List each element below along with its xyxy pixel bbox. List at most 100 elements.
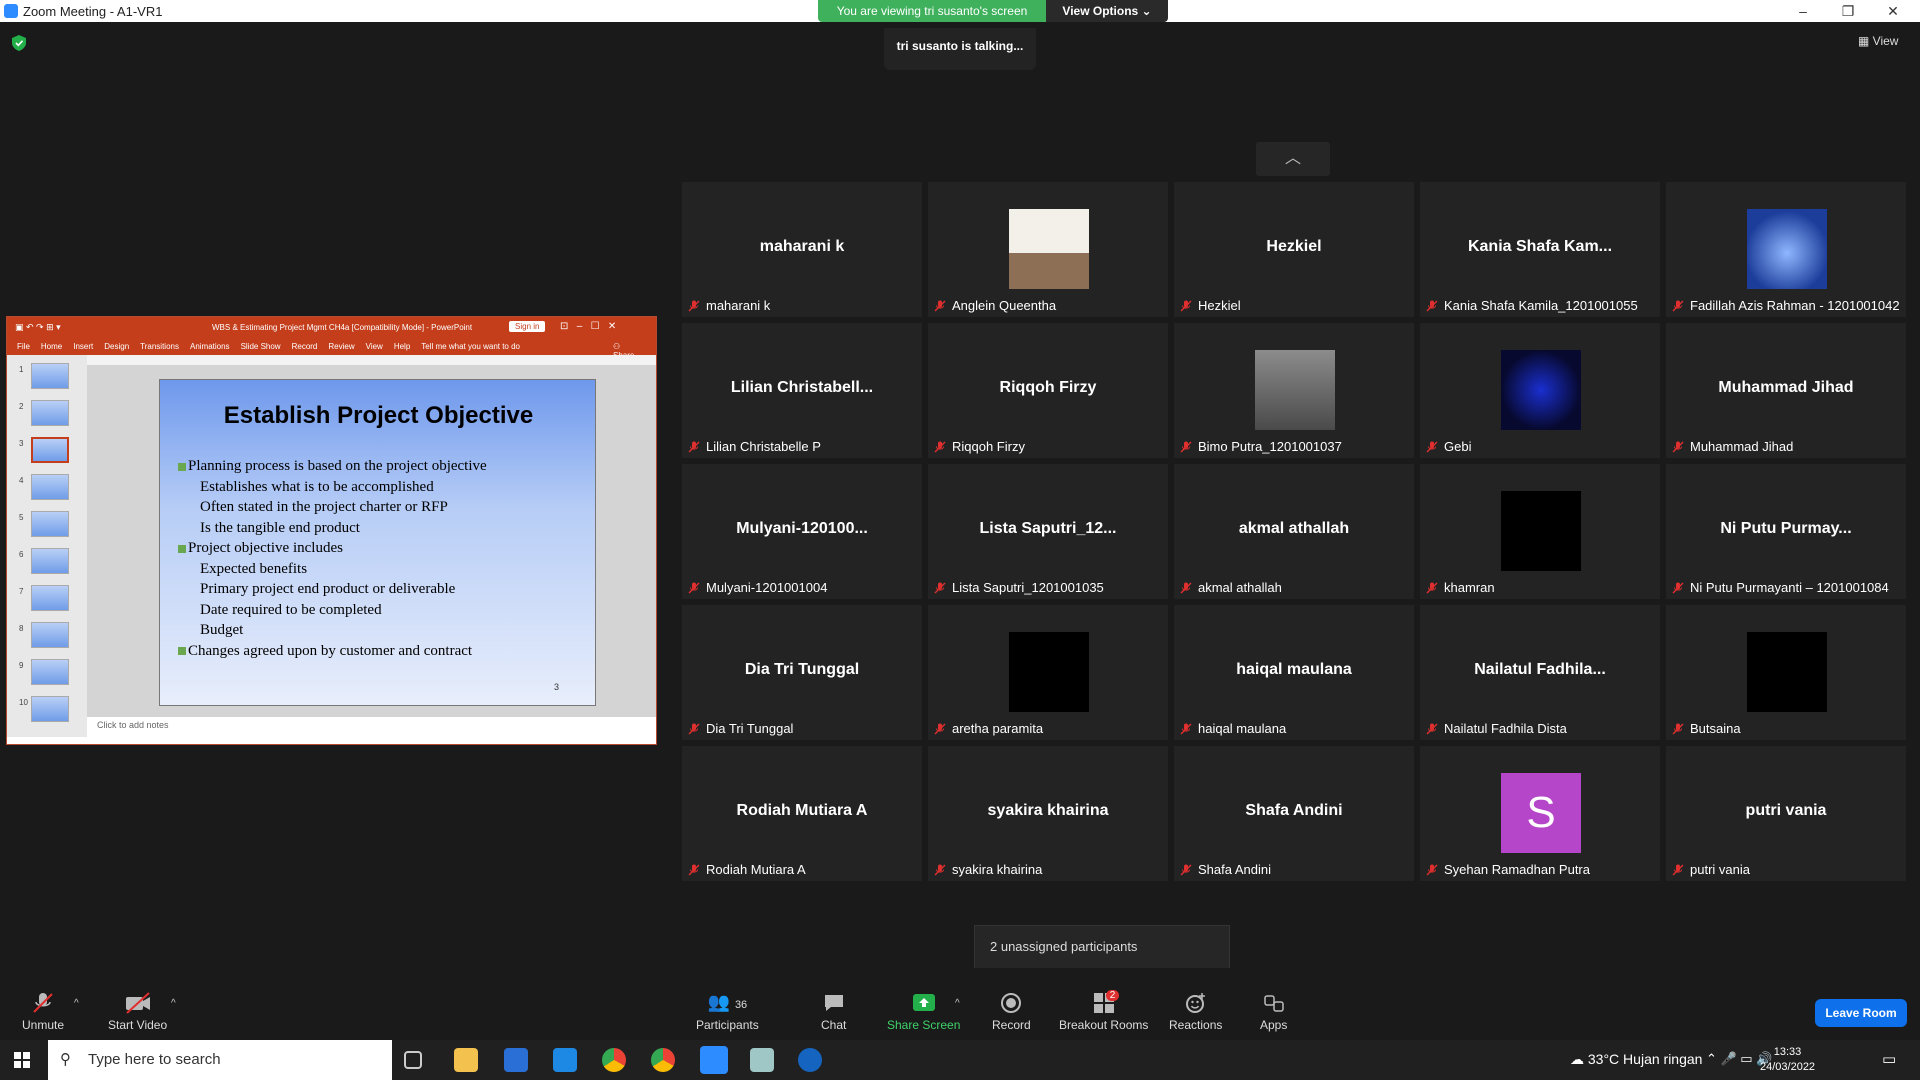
participant-tile[interactable]: Kania Shafa Kam... Kania Shafa Kamila_120… xyxy=(1420,182,1660,317)
participant-tile[interactable]: Hezkiel Hezkiel xyxy=(1174,182,1414,317)
chrome-profile-icon[interactable] xyxy=(651,1048,675,1072)
participant-name-label: Nailatul Fadhila Dista xyxy=(1426,721,1567,736)
ppt-tab[interactable]: Help xyxy=(394,342,410,351)
chevron-up-icon: ︿ xyxy=(1284,150,1301,167)
taskbar-search-box[interactable]: ⚲ Type here to search xyxy=(48,1040,392,1080)
participant-tile[interactable]: Dia Tri Tunggal Dia Tri Tunggal xyxy=(682,605,922,740)
ppt-current-slide: Establish Project Objective Planning pro… xyxy=(159,379,596,706)
grid-icon: ▦ xyxy=(1858,34,1873,48)
microsoft-store-icon[interactable] xyxy=(504,1048,528,1072)
participant-tile[interactable]: Lista Saputri_12... Lista Saputri_1201001… xyxy=(928,464,1168,599)
participant-tile[interactable]: akmal athallah akmal athallah xyxy=(1174,464,1414,599)
windows-start-icon[interactable] xyxy=(14,1052,30,1068)
participant-tile[interactable]: Nailatul Fadhila... Nailatul Fadhila Dist… xyxy=(1420,605,1660,740)
participant-display-name: syakira khairina xyxy=(987,802,1109,819)
participant-tile[interactable]: Butsaina xyxy=(1666,605,1906,740)
participant-tile[interactable]: syakira khairina syakira khairina xyxy=(928,746,1168,881)
share-screen-button[interactable]: Share Screen xyxy=(887,992,960,1032)
slide-thumbnail[interactable] xyxy=(31,474,69,500)
breakout-rooms-button[interactable]: 2 Breakout Rooms xyxy=(1059,990,1148,1032)
gallery-scroll-up-button[interactable]: ︿ xyxy=(1256,142,1330,176)
weather-widget[interactable]: ☁ 33°C Hujan ringan xyxy=(1570,1051,1702,1068)
thumbnail-number: 7 xyxy=(19,587,24,596)
record-button[interactable]: Record xyxy=(992,992,1031,1032)
ppt-tab[interactable]: Review xyxy=(328,342,354,351)
ppt-sign-in-button[interactable]: Sign in xyxy=(509,321,546,332)
ppt-tab[interactable]: Design xyxy=(104,342,129,351)
ppt-tab[interactable]: View xyxy=(366,342,383,351)
file-explorer-icon[interactable] xyxy=(454,1048,478,1072)
slide-number: 3 xyxy=(554,682,560,692)
ppt-tab[interactable]: File xyxy=(17,342,30,351)
minimize-button[interactable]: – xyxy=(1783,1,1823,21)
ppt-quick-access[interactable]: ▣ ↶ ↷ ⊞ ▾ xyxy=(15,322,61,333)
mic-muted-icon xyxy=(934,864,946,875)
leave-room-button[interactable]: Leave Room xyxy=(1815,999,1907,1027)
participant-tile[interactable]: putri vania putri vania xyxy=(1666,746,1906,881)
share-options-chevron-icon[interactable]: ^ xyxy=(955,998,960,1009)
slide-thumbnail[interactable] xyxy=(31,437,69,463)
participant-tile[interactable]: Mulyani-120100... Mulyani-1201001004 xyxy=(682,464,922,599)
participant-tile[interactable]: Lilian Christabell... Lilian Christabelle… xyxy=(682,323,922,458)
unassigned-participants-popup[interactable]: 2 unassigned participants xyxy=(974,925,1230,971)
ppt-window-controls[interactable]: ⊡ – ☐ ✕ xyxy=(560,321,616,332)
zoom-taskbar-icon[interactable] xyxy=(700,1046,728,1074)
ppt-tab[interactable]: Home xyxy=(41,342,62,351)
slide-thumbnail[interactable] xyxy=(31,622,69,648)
ppt-tab[interactable]: Record xyxy=(292,342,318,351)
slide-thumbnail[interactable] xyxy=(31,511,69,537)
security-shield-icon[interactable] xyxy=(12,35,26,51)
ppt-notes-placeholder[interactable]: Click to add notes xyxy=(97,720,169,730)
participant-tile[interactable]: haiqal maulana haiqal maulana xyxy=(1174,605,1414,740)
unmute-button[interactable]: Unmute xyxy=(22,992,64,1032)
participant-tile[interactable]: Riqqoh Firzy Riqqoh Firzy xyxy=(928,323,1168,458)
slide-title: Establish Project Objective xyxy=(223,402,534,429)
chat-button[interactable]: Chat xyxy=(821,992,846,1032)
slide-bullet: Primary project end product or deliverab… xyxy=(200,581,456,597)
view-options-button[interactable]: View Options ⌄ xyxy=(1046,0,1168,22)
start-video-button[interactable]: Start Video xyxy=(108,992,167,1032)
slide-thumbnail[interactable] xyxy=(31,696,69,722)
slide-thumbnail[interactable] xyxy=(31,548,69,574)
ppt-slide-thumbnails[interactable]: 1 2 3 4 5 6 7 8 9 10 xyxy=(7,355,87,737)
participants-button[interactable]: 👥 36 Participants xyxy=(696,992,759,1032)
participant-tile[interactable]: Shafa Andini Shafa Andini xyxy=(1174,746,1414,881)
participant-name-label: Dia Tri Tunggal xyxy=(688,721,793,736)
participant-tile[interactable]: Rodiah Mutiara A Rodiah Mutiara A xyxy=(682,746,922,881)
participant-tile[interactable]: khamran xyxy=(1420,464,1660,599)
ppt-tab[interactable]: Animations xyxy=(190,342,230,351)
reactions-button[interactable]: Reactions xyxy=(1169,992,1222,1032)
participant-tile[interactable]: Muhammad Jihad Muhammad Jihad xyxy=(1666,323,1906,458)
slide-thumbnail[interactable] xyxy=(31,659,69,685)
slide-thumbnail[interactable] xyxy=(31,363,69,389)
close-button[interactable]: ✕ xyxy=(1873,1,1913,21)
teamviewer-icon[interactable] xyxy=(798,1048,822,1072)
audio-options-chevron-icon[interactable]: ^ xyxy=(74,998,79,1009)
apps-button[interactable]: Apps xyxy=(1260,992,1287,1032)
mic-muted-icon xyxy=(1672,300,1684,311)
notification-icon[interactable]: ▭ xyxy=(1882,1050,1896,1068)
ppt-tab[interactable]: Slide Show xyxy=(241,342,281,351)
mail-icon[interactable] xyxy=(553,1048,577,1072)
participant-tile[interactable]: Gebi xyxy=(1420,323,1660,458)
chrome-icon[interactable] xyxy=(602,1048,626,1072)
slide-thumbnail[interactable] xyxy=(31,400,69,426)
participant-tile[interactable]: maharani k maharani k xyxy=(682,182,922,317)
slide-thumbnail[interactable] xyxy=(31,585,69,611)
participant-tile[interactable]: Bimo Putra_1201001037 xyxy=(1174,323,1414,458)
ppt-tab[interactable]: Insert xyxy=(73,342,93,351)
taskbar-clock[interactable]: 13:33 24/03/2022 xyxy=(1760,1045,1815,1075)
video-options-chevron-icon[interactable]: ^ xyxy=(171,998,176,1009)
ppt-tab[interactable]: Transitions xyxy=(140,342,179,351)
participant-tile[interactable]: Fadillah Azis Rahman - 1201001042 xyxy=(1666,182,1906,317)
participant-tile[interactable]: S Syehan Ramadhan Putra xyxy=(1420,746,1660,881)
restore-button[interactable]: ❐ xyxy=(1828,1,1868,21)
participant-tile[interactable]: Anglein Queentha xyxy=(928,182,1168,317)
ppt-tab[interactable]: Tell me what you want to do xyxy=(421,342,520,351)
task-view-icon[interactable] xyxy=(404,1051,422,1069)
mic-muted-icon xyxy=(934,582,946,593)
app-taskbar-icon[interactable] xyxy=(750,1048,774,1072)
participant-tile[interactable]: aretha paramita xyxy=(928,605,1168,740)
view-layout-button[interactable]: ▦ View xyxy=(1858,34,1898,48)
participant-tile[interactable]: Ni Putu Purmay... Ni Putu Purmayanti – 12… xyxy=(1666,464,1906,599)
